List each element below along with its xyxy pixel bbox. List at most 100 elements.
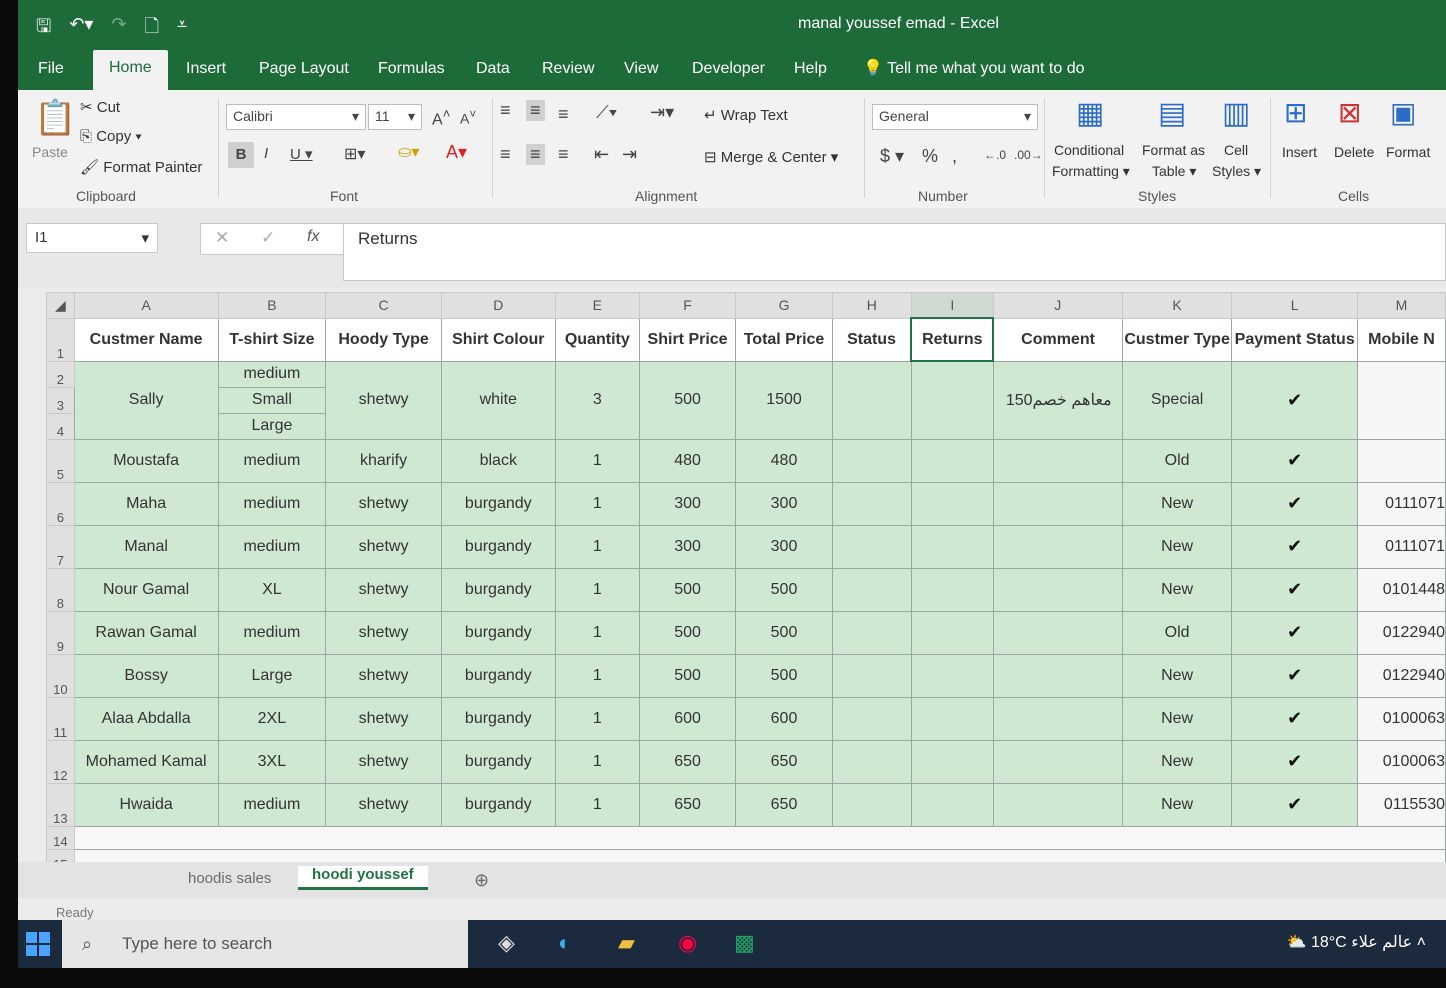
tab-insert[interactable]: Insert bbox=[186, 58, 226, 80]
copy-button[interactable]: ⎘ Copy ▾ bbox=[80, 128, 142, 145]
cell-customer-type[interactable]: New bbox=[1121, 739, 1233, 784]
cell-comment[interactable] bbox=[992, 438, 1123, 483]
cell-total[interactable]: 500 bbox=[735, 653, 833, 698]
cell-status[interactable] bbox=[831, 739, 912, 784]
insert-cells-icon[interactable]: ⊞ bbox=[1284, 96, 1307, 129]
cell-customer-name[interactable]: Nour Gamal bbox=[73, 567, 219, 612]
cell-mobile[interactable] bbox=[1356, 438, 1446, 483]
cell-quantity[interactable]: 1 bbox=[554, 782, 640, 827]
insert-button[interactable]: Insert bbox=[1282, 144, 1317, 160]
cell-total[interactable]: 1500 bbox=[735, 360, 833, 440]
cell-mobile[interactable] bbox=[1356, 360, 1446, 440]
cell-status[interactable] bbox=[831, 438, 912, 483]
cell-total[interactable]: 480 bbox=[735, 438, 833, 483]
cell-status[interactable] bbox=[831, 567, 912, 612]
cell-size[interactable]: medium bbox=[217, 438, 327, 483]
row-header[interactable]: 4 bbox=[46, 412, 75, 440]
shrink-font-icon[interactable]: A˅ bbox=[460, 108, 476, 127]
cell-hoody-type[interactable]: shetwy bbox=[325, 360, 442, 440]
conditional-formatting-line2[interactable]: Formatting ▾ bbox=[1052, 163, 1130, 180]
cell-quantity[interactable]: 1 bbox=[554, 567, 640, 612]
cell-returns[interactable] bbox=[910, 481, 994, 526]
sheet-tab-active[interactable]: hoodi youssef bbox=[298, 866, 428, 890]
cell-payment-status[interactable]: ✔ bbox=[1231, 567, 1358, 612]
cell-mobile[interactable]: 0122940 bbox=[1356, 610, 1446, 655]
cell-returns[interactable] bbox=[910, 653, 994, 698]
add-sheet-icon[interactable]: ⊕ bbox=[474, 870, 489, 891]
cell-size[interactable]: medium bbox=[217, 782, 327, 827]
cell-comment[interactable] bbox=[992, 610, 1123, 655]
cell-quantity[interactable]: 1 bbox=[554, 739, 640, 784]
cell-customer-name[interactable]: Sally bbox=[73, 360, 219, 440]
cell-comment[interactable]: 150معاهم خصم bbox=[992, 360, 1123, 440]
cell-customer-name[interactable]: Hwaida bbox=[73, 782, 219, 827]
save-icon[interactable]: 🖫 bbox=[36, 14, 51, 44]
cell-hoody-type[interactable]: shetwy bbox=[325, 481, 442, 526]
undo-icon[interactable]: ↶▾ bbox=[69, 14, 93, 44]
conditional-formatting-button[interactable]: Conditional bbox=[1054, 142, 1124, 158]
cell-status[interactable] bbox=[831, 524, 912, 569]
cell-total[interactable]: 300 bbox=[735, 481, 833, 526]
cell-comment[interactable] bbox=[992, 739, 1123, 784]
insert-function-icon[interactable]: fx bbox=[307, 228, 319, 246]
cell-customer-type[interactable]: Old bbox=[1121, 610, 1233, 655]
header-cell[interactable]: Comment bbox=[992, 317, 1123, 362]
cell-size[interactable]: medium bbox=[217, 610, 327, 655]
cell-price[interactable]: 480 bbox=[638, 438, 737, 483]
cell-colour[interactable]: burgandy bbox=[440, 653, 556, 698]
align-right-icon[interactable]: ≡ bbox=[558, 144, 569, 165]
tab-review[interactable]: Review bbox=[542, 58, 594, 80]
borders-icon[interactable]: ⊞▾ bbox=[344, 144, 365, 164]
cell-total[interactable]: 500 bbox=[735, 610, 833, 655]
decrease-indent-icon[interactable]: ⇤ bbox=[594, 144, 609, 165]
chrome-icon[interactable]: ◉ bbox=[678, 930, 697, 956]
cell-size[interactable]: 3XL bbox=[217, 739, 327, 784]
conditional-formatting-icon[interactable]: ▦ bbox=[1076, 96, 1104, 131]
cell-customer-type[interactable]: New bbox=[1121, 481, 1233, 526]
cell-size[interactable]: medium bbox=[217, 481, 327, 526]
cell-colour[interactable]: burgandy bbox=[440, 739, 556, 784]
cell-customer-name[interactable]: Maha bbox=[73, 481, 219, 526]
cell-colour[interactable]: burgandy bbox=[440, 481, 556, 526]
cell-returns[interactable] bbox=[910, 782, 994, 827]
excel-taskbar-icon[interactable]: ▩ bbox=[734, 930, 755, 956]
cell-customer-type[interactable]: New bbox=[1121, 782, 1233, 827]
selected-cell[interactable]: Returns bbox=[910, 317, 995, 362]
cell-price[interactable]: 500 bbox=[638, 610, 737, 655]
format-cells-icon[interactable]: ▣ bbox=[1390, 96, 1416, 129]
cell-returns[interactable] bbox=[910, 739, 994, 784]
cell-quantity[interactable]: 1 bbox=[554, 524, 640, 569]
increase-decimal-icon[interactable]: ←.0 bbox=[984, 148, 1006, 162]
cell-quantity[interactable]: 3 bbox=[554, 360, 640, 440]
cell-hoody-type[interactable]: kharify bbox=[325, 438, 442, 483]
header-cell[interactable]: Payment Status bbox=[1231, 317, 1358, 362]
cell-total[interactable]: 500 bbox=[735, 567, 833, 612]
format-as-table-icon[interactable]: ▤ bbox=[1158, 96, 1186, 131]
cell-payment-status[interactable]: ✔ bbox=[1231, 438, 1358, 483]
cell-status[interactable] bbox=[831, 653, 912, 698]
cell-price[interactable]: 300 bbox=[638, 481, 737, 526]
cell-returns[interactable] bbox=[910, 524, 994, 569]
cell-price[interactable]: 600 bbox=[638, 696, 737, 741]
row-header[interactable]: 5 bbox=[46, 438, 75, 483]
cell-price[interactable]: 500 bbox=[638, 360, 737, 440]
header-cell[interactable]: Status bbox=[831, 317, 912, 362]
cell-payment-status[interactable]: ✔ bbox=[1231, 524, 1358, 569]
cell-payment-status[interactable]: ✔ bbox=[1231, 481, 1358, 526]
underline-button[interactable]: U ▾ bbox=[290, 145, 313, 163]
align-center-icon[interactable]: ≡ bbox=[526, 144, 545, 165]
select-all-corner[interactable]: ◢ bbox=[46, 292, 75, 319]
comma-icon[interactable]: , bbox=[952, 146, 957, 167]
new-file-icon[interactable]: 🗋 bbox=[145, 14, 159, 44]
cell-customer-name[interactable]: Manal bbox=[73, 524, 219, 569]
cell-customer-type[interactable]: New bbox=[1121, 524, 1233, 569]
column-header[interactable]: C bbox=[325, 292, 442, 319]
cell-price[interactable]: 650 bbox=[638, 739, 737, 784]
cell-hoody-type[interactable]: shetwy bbox=[325, 782, 442, 827]
tab-home[interactable]: Home bbox=[93, 50, 168, 90]
cell-payment-status[interactable]: ✔ bbox=[1231, 782, 1358, 827]
cell-size[interactable]: Small bbox=[217, 386, 327, 414]
row-header[interactable]: 1 bbox=[46, 317, 75, 362]
weather-widget[interactable]: ⛅ 18°C عالم علاء ˄ bbox=[1287, 932, 1426, 952]
edge-icon[interactable]: ◐ bbox=[558, 930, 571, 956]
